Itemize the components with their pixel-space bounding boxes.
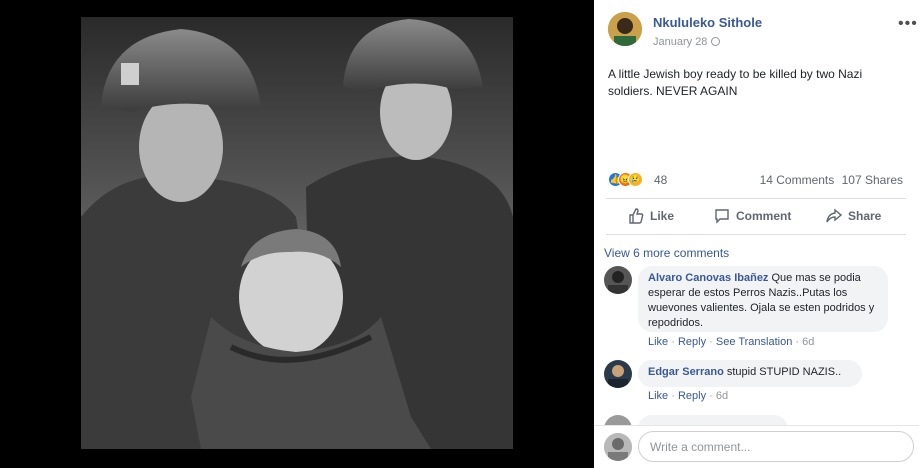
post-text: A little Jewish boy ready to be killed b… <box>608 67 863 98</box>
comment-input[interactable]: Write a comment... <box>638 431 914 462</box>
separator: · <box>671 390 678 402</box>
commenter-avatar[interactable] <box>604 266 632 294</box>
comment-label: Comment <box>736 209 792 223</box>
globe-icon <box>711 37 721 46</box>
shares-count[interactable]: 107 Shares <box>842 173 903 187</box>
comment-item: Alvaro Canovas Ibañez Que mas se podia e… <box>604 266 909 356</box>
divider <box>606 234 906 235</box>
commenter-avatar[interactable] <box>604 360 632 388</box>
post-sidebar: Nkululeko Sithole January 28 ••• A littl… <box>594 0 919 468</box>
like-button[interactable]: Like <box>628 200 674 232</box>
comment-age[interactable]: 6d <box>716 390 728 402</box>
author-avatar[interactable] <box>608 12 642 46</box>
more-options-icon[interactable]: ••• <box>898 15 918 33</box>
like-label: Like <box>650 209 675 223</box>
post-photo[interactable] <box>81 17 513 449</box>
post-date-text: January 28 <box>653 36 708 48</box>
comment-like-link[interactable]: Like <box>648 390 668 402</box>
separator: · <box>709 336 716 348</box>
post-stats: 14 Comments 107 Shares <box>756 173 903 187</box>
reaction-count: 48 <box>654 173 668 187</box>
comment-meta: Like · Reply · See Translation · 6d <box>648 336 814 348</box>
viewer-avatar <box>604 433 632 461</box>
comment-age[interactable]: 6d <box>802 336 814 348</box>
like-icon <box>629 208 644 224</box>
comment-button[interactable]: Comment <box>714 200 791 232</box>
see-translation-link[interactable]: See Translation <box>716 336 792 348</box>
photo-viewer <box>0 0 594 467</box>
comments-count[interactable]: 14 Comments <box>760 173 835 187</box>
post-actions: Like Comment Share <box>606 200 906 232</box>
comment-meta: Like · Reply · 6d <box>648 390 728 402</box>
view-more-comments-link[interactable]: View 6 more comments <box>604 246 729 260</box>
author-name[interactable]: Nkululeko Sithole <box>653 15 762 30</box>
comment-bubble: Alvaro Canovas Ibañez Que mas se podia e… <box>638 266 888 332</box>
separator: · <box>709 390 716 402</box>
commenter-name[interactable]: Edgar Serrano <box>648 366 724 378</box>
comment-item: Edgar Serrano stupid STUPID NAZIS.. Like… <box>604 360 909 406</box>
comment-bubble: Edgar Serrano stupid STUPID NAZIS.. <box>638 360 862 387</box>
sad-reaction-icon: 😢 <box>628 172 643 187</box>
comment-placeholder: Write a comment... <box>650 440 751 454</box>
post-header: Nkululeko Sithole January 28 ••• <box>608 12 917 52</box>
share-button[interactable]: Share <box>826 200 881 232</box>
comment-reply-link[interactable]: Reply <box>678 336 706 348</box>
comment-icon <box>715 209 729 224</box>
share-icon <box>826 208 843 223</box>
commenter-name[interactable]: Alvaro Canovas Ibañez <box>648 272 768 284</box>
share-label: Share <box>848 209 882 223</box>
divider <box>606 198 906 199</box>
separator: · <box>671 336 678 348</box>
comment-like-link[interactable]: Like <box>648 336 668 348</box>
post-date[interactable]: January 28 <box>653 36 721 48</box>
comment-composer: Write a comment... <box>594 425 919 468</box>
comment-reply-link[interactable]: Reply <box>678 390 706 402</box>
comment-text: stupid STUPID NAZIS.. <box>726 366 842 378</box>
